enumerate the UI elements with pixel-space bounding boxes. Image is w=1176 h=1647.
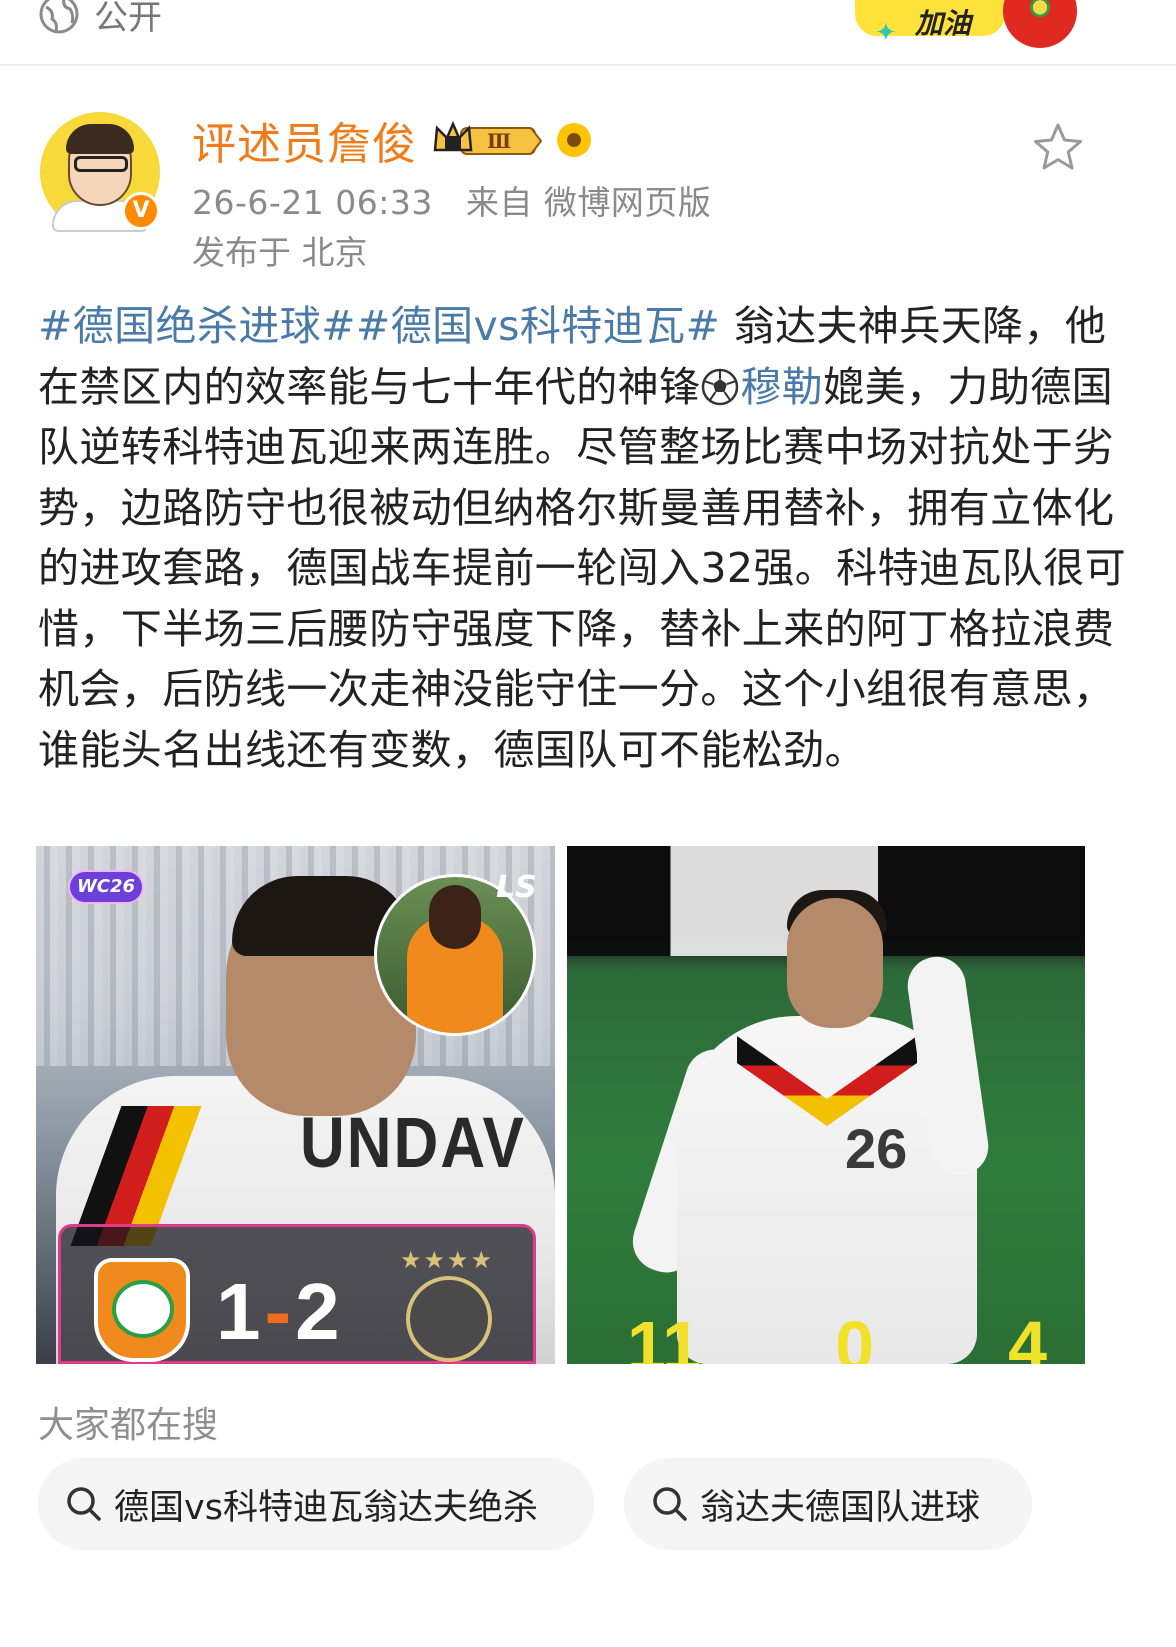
hashtag-link[interactable]: #德国绝杀进球# <box>38 302 356 350</box>
flower-icon <box>1003 0 1077 48</box>
star-icon[interactable] <box>1030 120 1086 176</box>
post-meta: 26-6-21 06:33 来自 微博网页版 <box>192 176 711 224</box>
post-text: #德国绝杀进球##德国vs科特迪瓦# 翁达夫神兵天降，他在禁区内的效率能与七十年… <box>38 296 1138 780</box>
german-stars: ★★★★ <box>400 1246 495 1274</box>
search-chip[interactable]: 德国vs科特迪瓦翁达夫绝杀 <box>38 1458 594 1550</box>
player-head <box>787 898 883 1028</box>
mention-link[interactable]: 穆勒 <box>740 363 823 411</box>
level-crown-icon[interactable]: Ⅲ <box>431 120 543 160</box>
germany-crest-icon <box>406 1276 492 1362</box>
author-name[interactable]: 评述员詹俊 <box>192 108 417 172</box>
jersey-name: UNDAV <box>300 1103 526 1184</box>
post-location: 发布于 北京 <box>192 233 368 272</box>
score-away: 2 <box>295 1267 344 1356</box>
badge-text: 加油 <box>915 7 972 40</box>
inset-player-head <box>429 885 481 949</box>
search-icon <box>67 1487 101 1521</box>
post-timestamp: 26-6-21 06:33 <box>192 183 433 222</box>
visibility-indicator[interactable]: 公开 <box>38 0 162 38</box>
overlay-number: 0 <box>835 1307 874 1364</box>
search-chip-label: 翁达夫德国队进球 <box>700 1487 981 1528</box>
score-separator: - <box>264 1267 296 1356</box>
top-bar: 公开 ✦ 加油 <box>0 0 1176 66</box>
post-image-2[interactable]: 26 11 0 4 <box>567 846 1085 1364</box>
avatar[interactable]: V <box>40 112 160 232</box>
avatar-hair <box>66 124 134 154</box>
ivory-coast-crest-icon <box>94 1258 190 1362</box>
avatar-glasses <box>74 156 128 172</box>
author-row: 评述员詹俊 Ⅲ <box>192 108 591 172</box>
overlay-numbers: 11 0 4 <box>627 1306 1047 1364</box>
soccer-ball-icon <box>702 368 739 405</box>
trending-searches-title: 大家都在搜 <box>38 1405 219 1446</box>
post-text-segment: 媲美，力助德国队逆转科特迪瓦迎来两连胜。尽管整场比赛中场对抗处于劣势，边路防守也… <box>38 362 1126 774</box>
cheer-badge: ✦ 加油 <box>855 0 1095 52</box>
verified-badge-icon: V <box>122 192 160 230</box>
post-source: 来自 微博网页版 <box>465 183 712 222</box>
crest-inner <box>112 1280 174 1338</box>
overlay-number: 11 <box>627 1307 701 1364</box>
search-chip[interactable]: 翁达夫德国队进球 <box>624 1458 1032 1550</box>
globe-icon <box>39 0 79 34</box>
overlay-number: 4 <box>1008 1307 1047 1364</box>
hashtag-link[interactable]: #德国vs科特迪瓦# <box>356 302 720 350</box>
search-icon <box>653 1487 687 1521</box>
search-chip-label: 德国vs科特迪瓦翁达夫绝杀 <box>114 1487 538 1528</box>
tournament-badge: WC26 <box>68 870 144 904</box>
shirt-number: 26 <box>845 1117 908 1180</box>
corner-logo: LS <box>496 870 537 905</box>
visibility-label: 公开 <box>94 0 162 38</box>
score-home: 1 <box>216 1267 265 1356</box>
sparkle-icon: ✦ <box>875 18 897 48</box>
sunflower-icon <box>557 123 591 157</box>
post-image-1[interactable]: UNDAV WC26 LS 1-2 ★★★★ <box>36 846 555 1364</box>
match-score: 1-2 <box>216 1266 344 1358</box>
level-text: Ⅲ <box>487 129 511 153</box>
